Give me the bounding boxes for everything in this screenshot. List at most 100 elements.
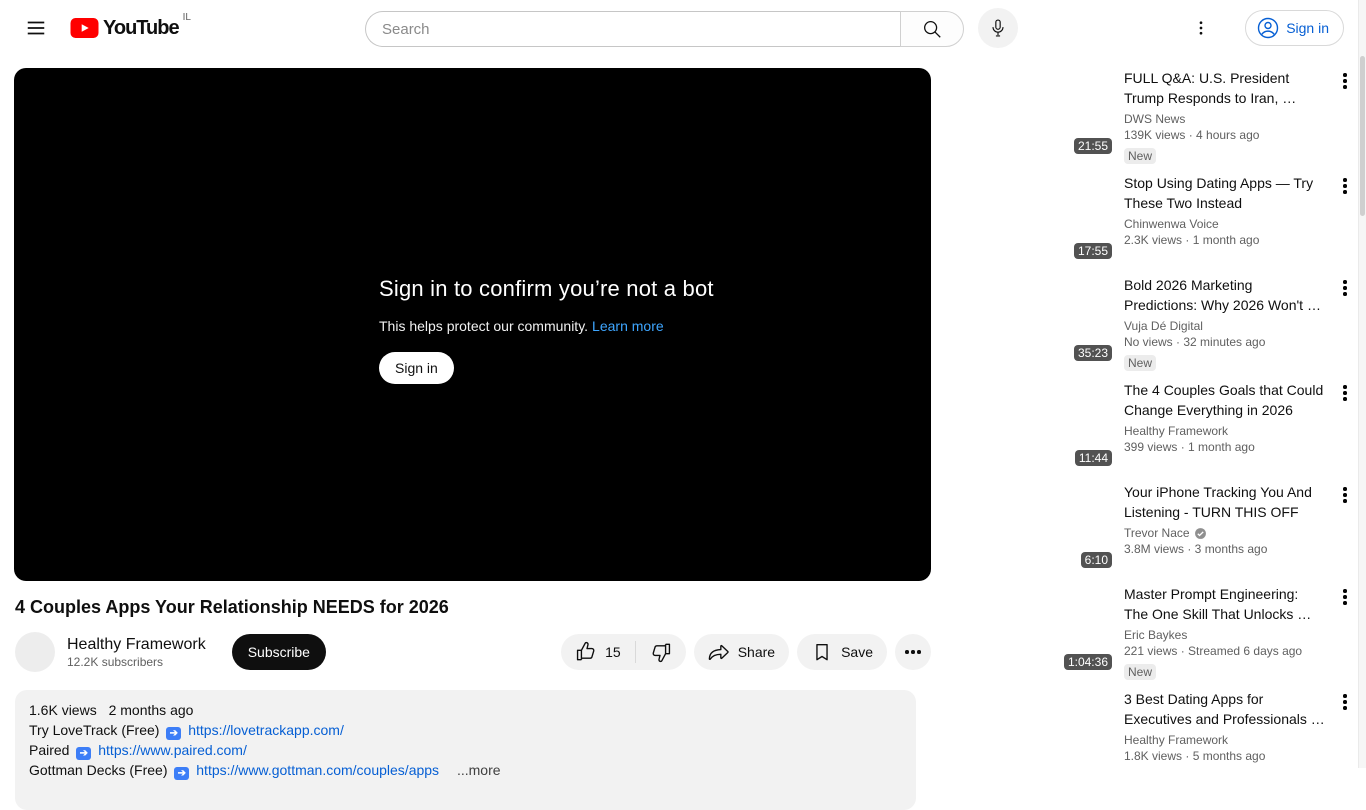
video-title: 4 Couples Apps Your Relationship NEEDS f… <box>15 597 449 617</box>
hamburger-icon <box>27 21 45 35</box>
right-arrow-emoji-icon: ➔ <box>76 747 92 760</box>
related-video-item[interactable]: 3 Best Dating Apps for Executives and Pr… <box>1064 689 1356 783</box>
related-video-item[interactable]: 21:55 FULL Q&A: U.S. President Trump Res… <box>1064 68 1356 165</box>
youtube-logo[interactable]: YouTube IL <box>70 12 191 42</box>
related-video-more-button[interactable] <box>1334 382 1356 404</box>
person-icon <box>1257 17 1279 39</box>
channel-avatar[interactable] <box>15 632 55 672</box>
mic-icon <box>992 19 1004 37</box>
related-video-title[interactable]: 3 Best Dating Apps for Executives and Pr… <box>1124 689 1326 729</box>
related-video-item[interactable]: 1:04:36 Master Prompt Engineering: The O… <box>1063 584 1356 681</box>
related-video-item[interactable]: 35:23 Bold 2026 Marketing Predictions: W… <box>1064 275 1356 372</box>
related-video-more-button[interactable] <box>1334 277 1356 299</box>
related-video-more-button[interactable] <box>1334 484 1356 506</box>
video-meta-row: Healthy Framework 12.2K subscribers Subs… <box>15 632 931 672</box>
thumb-down-icon <box>652 643 670 663</box>
related-video-title[interactable]: Stop Using Dating Apps — Try These Two I… <box>1124 173 1326 213</box>
video-more-button[interactable] <box>895 634 931 670</box>
related-video-meta: 3.8M views · 3 months ago <box>1124 542 1268 556</box>
scrollbar-thumb[interactable] <box>1360 56 1365 216</box>
new-badge: New <box>1124 664 1157 680</box>
channel-name[interactable]: Healthy Framework <box>67 636 206 654</box>
player-sign-in-button[interactable]: Sign in <box>379 352 454 384</box>
related-video-item[interactable]: 6:10 Your iPhone Tracking You And Listen… <box>1064 482 1356 576</box>
duration-badge: 17:55 <box>1073 243 1112 259</box>
dot <box>905 650 909 654</box>
learn-more-link[interactable]: Learn more <box>592 318 664 334</box>
related-video-channel[interactable]: Chinwenwa Voice <box>1124 217 1219 231</box>
duration-badge: 1:04:36 <box>1063 654 1112 670</box>
related-video-title[interactable]: Master Prompt Engineering: The One Skill… <box>1124 584 1326 624</box>
country-code: IL <box>182 12 191 23</box>
dot <box>1343 178 1347 182</box>
share-icon <box>708 644 729 661</box>
video-thumbnail[interactable]: 6:10 <box>1064 482 1116 576</box>
video-player[interactable]: Sign in to confirm you’re not a bot This… <box>14 68 931 581</box>
related-video-channel[interactable]: Vuja Dé Digital <box>1124 319 1203 333</box>
dot <box>1343 73 1347 77</box>
description-text: Try LoveTrack (Free) <box>29 722 160 738</box>
search-button[interactable] <box>900 11 964 47</box>
video-thumbnail[interactable]: 1:04:36 <box>1063 584 1116 678</box>
related-video-title[interactable]: Your iPhone Tracking You And Listening -… <box>1124 482 1326 522</box>
subscribe-button[interactable]: Subscribe <box>231 634 326 670</box>
related-video-more-button[interactable] <box>1334 175 1356 197</box>
video-thumbnail[interactable]: 35:23 <box>1064 275 1116 369</box>
related-video-item[interactable]: 17:55 Stop Using Dating Apps — Try These… <box>1064 173 1356 267</box>
related-video-channel[interactable]: Healthy Framework <box>1124 424 1228 438</box>
sign-in-label: Sign in <box>1286 20 1329 36</box>
bookmark-icon <box>816 643 828 661</box>
dot <box>1343 706 1347 710</box>
related-video-meta: 1.8K views · 5 months ago <box>1124 749 1266 763</box>
verified-badge-icon <box>1194 527 1206 539</box>
search-input[interactable] <box>365 11 900 47</box>
dot <box>1343 184 1347 188</box>
related-video-title[interactable]: Bold 2026 Marketing Predictions: Why 202… <box>1124 275 1326 315</box>
related-video-title[interactable]: The 4 Couples Goals that Could Change Ev… <box>1124 380 1326 420</box>
dot <box>1343 589 1347 593</box>
video-thumbnail[interactable] <box>1064 689 1116 783</box>
like-dislike-group: 15 <box>561 634 686 670</box>
dot <box>1343 391 1347 395</box>
dislike-button[interactable] <box>636 634 686 670</box>
related-video-title[interactable]: FULL Q&A: U.S. President Trump Responds … <box>1124 68 1326 108</box>
video-thumbnail[interactable]: 21:55 <box>1064 68 1116 162</box>
description-line: Try LoveTrack (Free) ➔ https://lovetrack… <box>29 720 902 740</box>
related-video-meta: 221 views · Streamed 6 days ago <box>1124 644 1303 658</box>
save-button[interactable]: Save <box>797 634 887 670</box>
share-button[interactable]: Share <box>693 634 790 670</box>
related-video-channel[interactable]: Eric Baykes <box>1124 628 1187 642</box>
description-line: Gottman Decks (Free) ➔ https://www.gottm… <box>29 760 902 780</box>
header-sign-in-button[interactable]: Sign in <box>1245 10 1344 46</box>
related-video-item[interactable]: 11:44 The 4 Couples Goals that Could Cha… <box>1064 380 1356 474</box>
search-icon <box>924 21 941 38</box>
video-thumbnail[interactable]: 17:55 <box>1064 173 1116 267</box>
related-video-more-button[interactable] <box>1334 70 1356 92</box>
description-link[interactable]: https://www.paired.com/ <box>98 742 247 758</box>
mic-button[interactable] <box>978 8 1018 48</box>
video-thumbnail[interactable]: 11:44 <box>1064 380 1116 474</box>
related-video-channel[interactable]: Healthy Framework <box>1124 733 1228 747</box>
like-button[interactable]: 15 <box>561 634 635 670</box>
description-link[interactable]: https://lovetrackapp.com/ <box>188 722 344 738</box>
dot <box>1343 694 1347 698</box>
hamburger-menu-button[interactable] <box>16 8 56 48</box>
page-scrollbar[interactable] <box>1358 0 1366 768</box>
related-video-channel[interactable]: DWS News <box>1124 112 1185 126</box>
description-box[interactable]: 1.6K views 2 months ago Try LoveTrack (F… <box>15 690 916 810</box>
header-more-button[interactable] <box>1181 8 1221 48</box>
duration-badge: 21:55 <box>1073 138 1112 154</box>
youtube-play-icon <box>70 18 99 38</box>
related-videos-sidebar: 21:55 FULL Q&A: U.S. President Trump Res… <box>1063 68 1356 791</box>
dot <box>1343 385 1347 389</box>
bot-check-headline: Sign in to confirm you’re not a bot <box>379 276 714 301</box>
new-badge: New <box>1124 355 1157 371</box>
description-link[interactable]: https://www.gottman.com/couples/apps <box>196 762 439 778</box>
dot <box>1343 601 1347 605</box>
like-count: 15 <box>605 644 621 660</box>
related-video-channel[interactable]: Trevor Nace <box>1124 526 1190 540</box>
show-more-link[interactable]: ...more <box>457 762 501 778</box>
related-video-more-button[interactable] <box>1334 691 1356 713</box>
related-video-more-button[interactable] <box>1334 586 1356 608</box>
logo-text: YouTube <box>103 17 180 39</box>
